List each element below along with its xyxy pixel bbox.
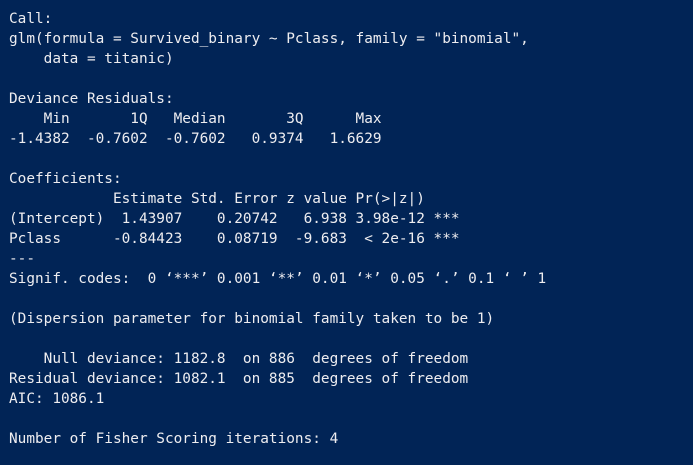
null-deviance-line: Null deviance: 1182.8 on 886 degrees of … — [9, 351, 469, 367]
coefficient-row-pclass: Pclass -0.84423 0.08719 -9.683 < 2e-16 *… — [9, 231, 460, 247]
dispersion-parameter-line: (Dispersion parameter for binomial famil… — [9, 311, 495, 327]
separator-line: --- — [9, 251, 35, 267]
deviance-residuals-header: Deviance Residuals: — [9, 91, 174, 107]
coefficients-header: Coefficients: — [9, 171, 122, 187]
signif-codes-line: Signif. codes: 0 ‘***’ 0.001 ‘**’ 0.01 ‘… — [9, 271, 547, 287]
call-header: Call: — [9, 11, 53, 27]
fisher-scoring-line: Number of Fisher Scoring iterations: 4 — [9, 431, 339, 447]
residuals-values: -1.4382 -0.7602 -0.7602 0.9374 1.6629 — [9, 131, 382, 147]
residual-deviance-line: Residual deviance: 1082.1 on 885 degrees… — [9, 371, 469, 387]
residuals-column-headers: Min 1Q Median 3Q Max — [9, 111, 382, 127]
console-output: Call: glm(formula = Survived_binary ~ Pc… — [9, 9, 689, 465]
coefficients-column-headers: Estimate Std. Error z value Pr(>|z|) — [9, 191, 425, 207]
aic-line: AIC: 1086.1 — [9, 391, 105, 407]
call-data-line: data = titanic) — [9, 51, 174, 67]
coefficient-row-intercept: (Intercept) 1.43907 0.20742 6.938 3.98e-… — [9, 211, 460, 227]
call-formula-line: glm(formula = Survived_binary ~ Pclass, … — [9, 31, 529, 47]
